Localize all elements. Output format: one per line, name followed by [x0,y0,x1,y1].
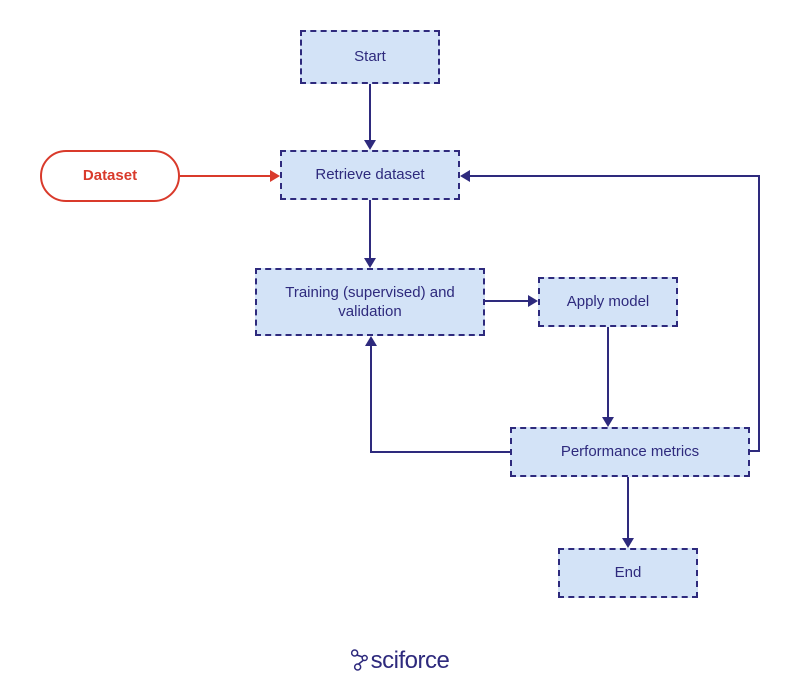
apply-label: Apply model [567,292,650,312]
logo: sciforce [351,647,450,675]
arrow-dataset-retrieve [180,175,270,177]
training-label: Training (supervised) and validation [269,283,471,322]
arrowhead-metrics-retrieve [460,170,470,182]
logo-text: sciforce [371,647,450,675]
arrow-metrics-retrieve-v [758,175,760,452]
dataset-node: Dataset [40,150,180,202]
dataset-label: Dataset [83,166,137,186]
arrow-retrieve-training [369,200,371,258]
arrowhead-metrics-end [622,538,634,548]
arrow-metrics-retrieve-h2 [470,175,760,177]
arrowhead-apply-metrics [602,417,614,427]
arrow-metrics-retrieve-h1 [750,450,760,452]
arrowhead-retrieve-training [364,258,376,268]
start-node: Start [300,30,440,84]
apply-node: Apply model [538,277,678,327]
end-label: End [615,563,642,583]
metrics-node: Performance metrics [510,427,750,477]
arrowhead-start-retrieve [364,140,376,150]
arrow-metrics-training-h [370,451,510,453]
training-node: Training (supervised) and validation [255,268,485,336]
start-label: Start [354,47,386,67]
arrowhead-dataset-retrieve [270,170,280,182]
end-node: End [558,548,698,598]
arrowhead-training-apply [528,295,538,307]
retrieve-node: Retrieve dataset [280,150,460,200]
logo-icon [351,649,369,673]
retrieve-label: Retrieve dataset [315,165,424,185]
metrics-label: Performance metrics [561,442,699,462]
arrow-metrics-training-v [370,346,372,453]
arrow-training-apply [485,300,528,302]
arrow-apply-metrics [607,327,609,417]
arrow-metrics-end [627,477,629,538]
arrow-start-retrieve [369,84,371,140]
arrowhead-metrics-training [365,336,377,346]
